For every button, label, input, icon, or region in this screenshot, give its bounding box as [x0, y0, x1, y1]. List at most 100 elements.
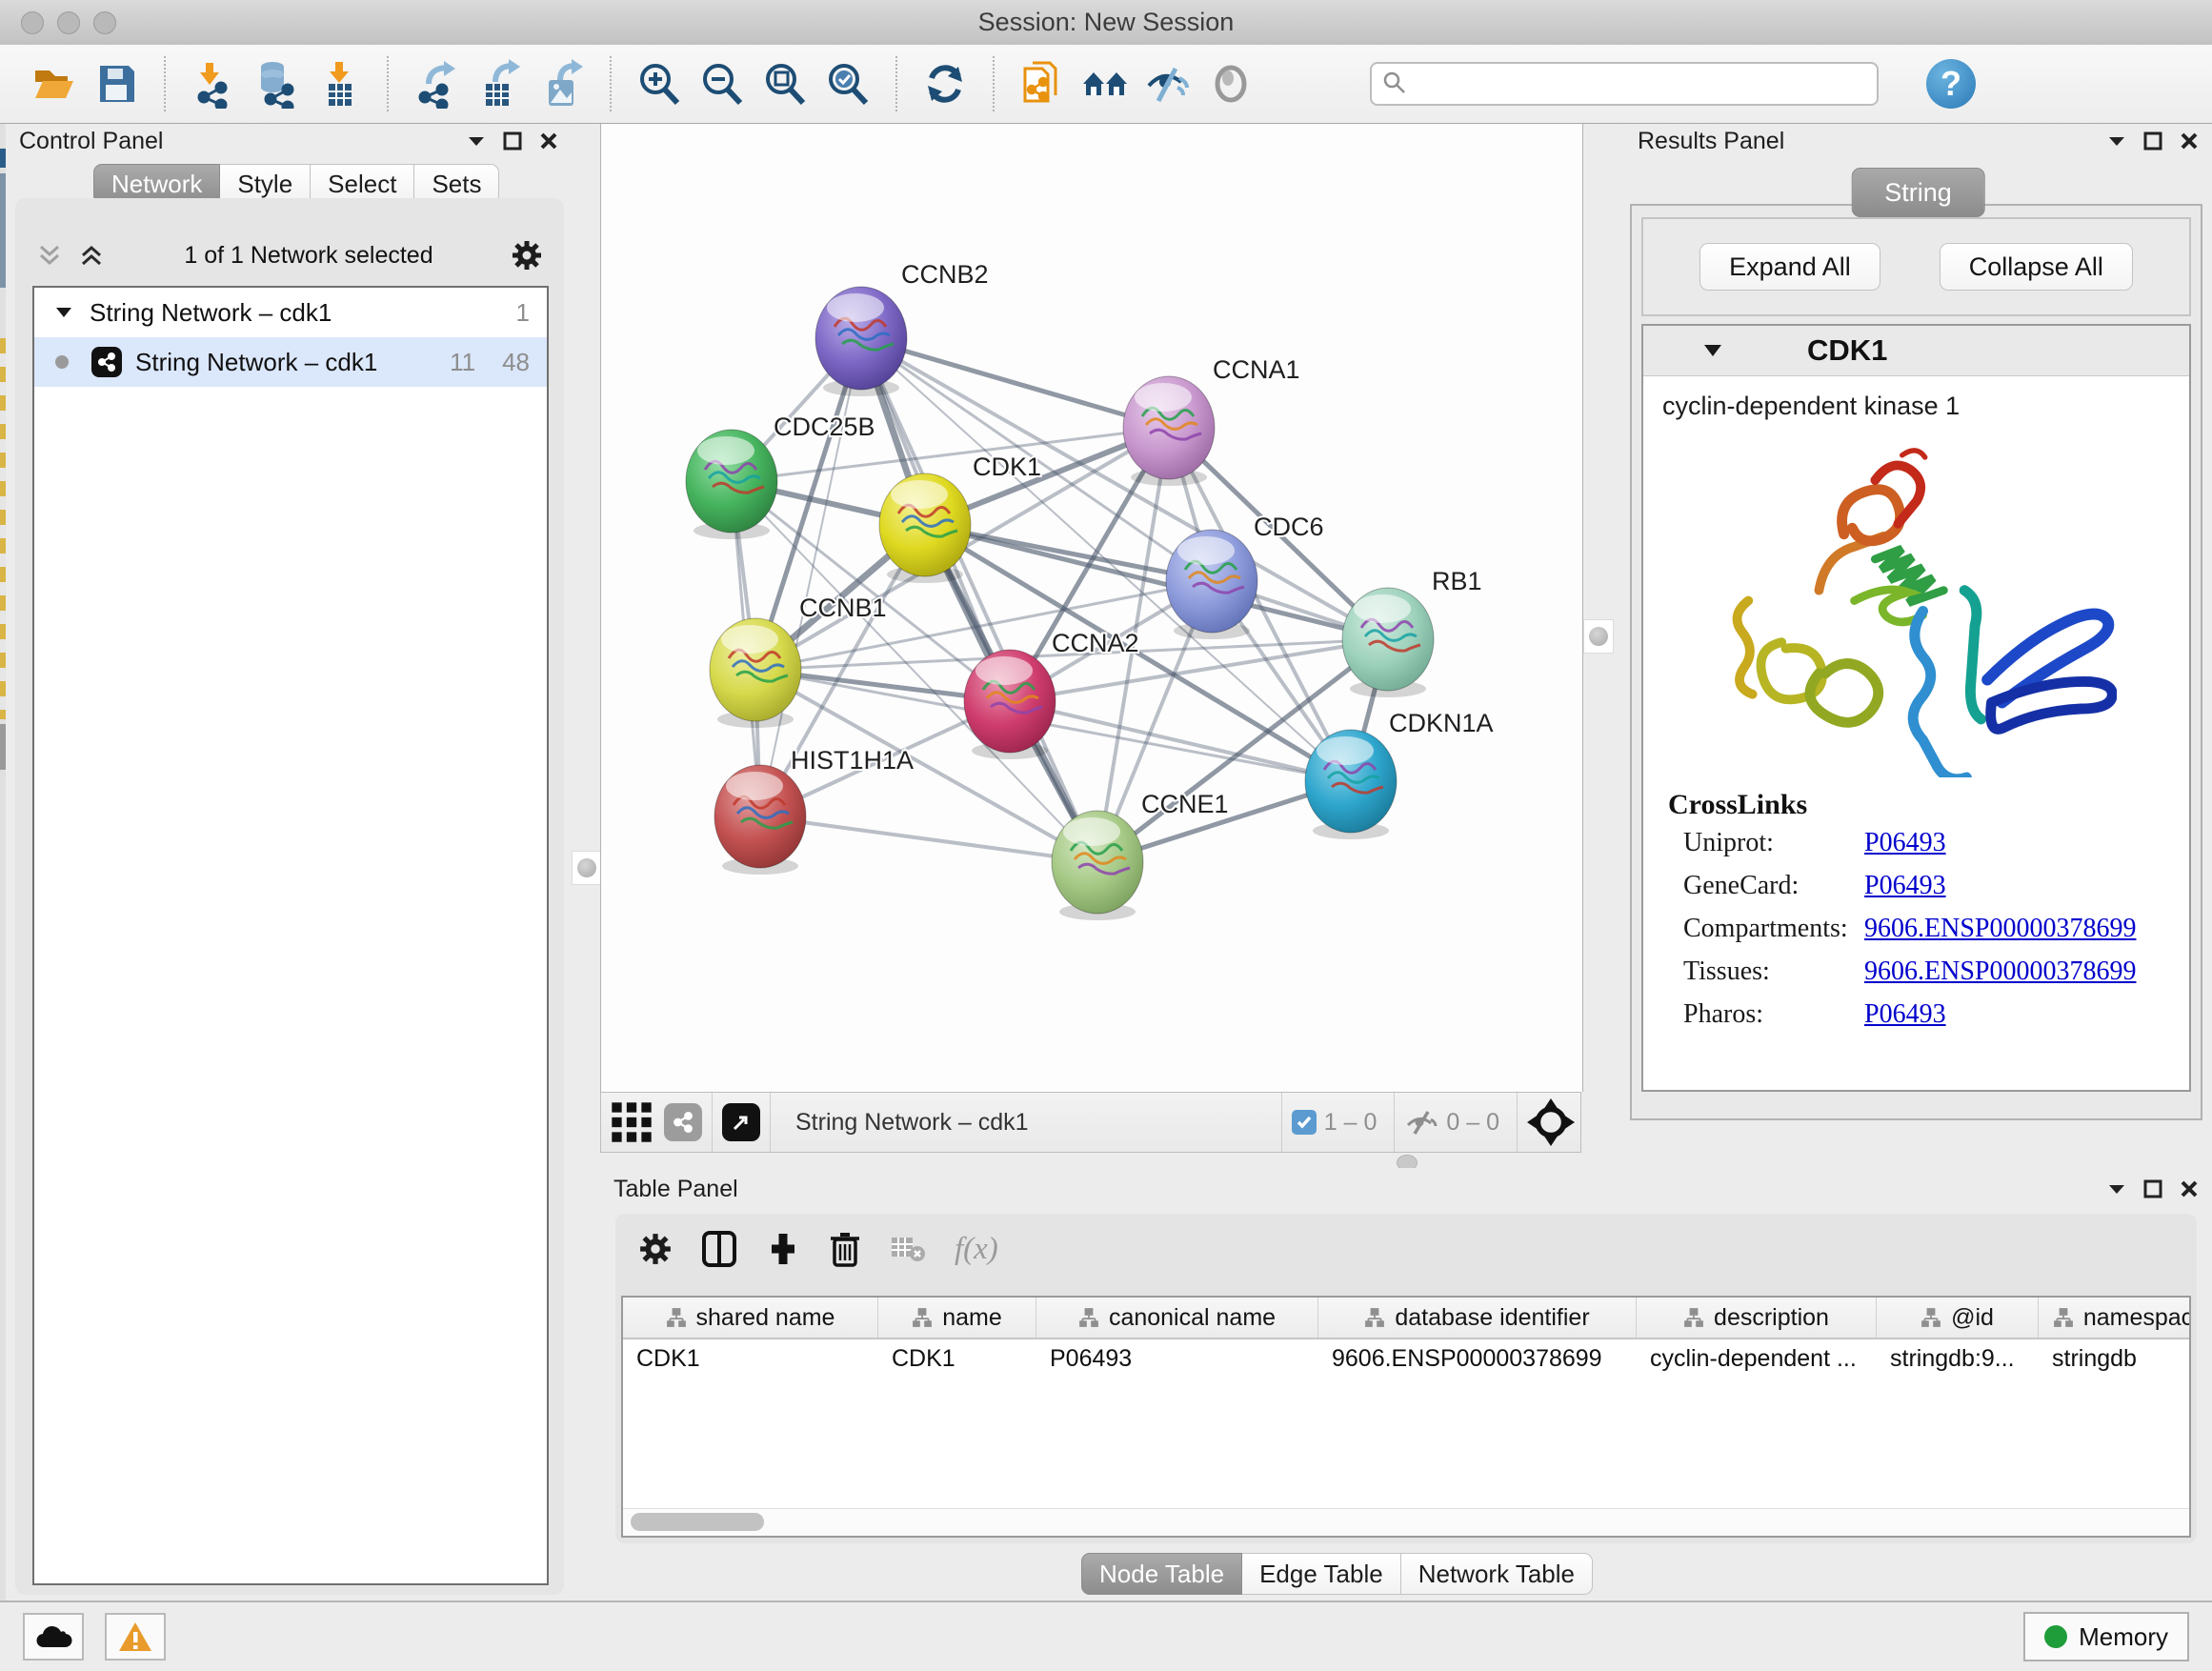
network-node-count: 11 [450, 348, 475, 377]
network-options-gear-icon[interactable] [511, 239, 543, 272]
warning-status-button[interactable] [105, 1613, 166, 1661]
network-edge[interactable] [760, 338, 861, 816]
crosslink-value-link[interactable]: 9606.ENSP00000378699 [1864, 907, 2136, 950]
network-row[interactable]: String Network – cdk1 11 48 [34, 337, 547, 387]
entry-expand-triangle-icon[interactable] [1702, 343, 1723, 358]
column-header-@id[interactable]: @id [1877, 1298, 2039, 1338]
network-edge[interactable] [861, 338, 1097, 862]
memory-button[interactable]: Memory [2023, 1612, 2189, 1661]
expand-all-button[interactable]: Expand All [1699, 243, 1880, 291]
export-table-icon[interactable] [473, 57, 526, 111]
network-node-ccnb1[interactable]: CCNB1 [710, 594, 887, 728]
column-header-shared-name[interactable]: shared name [623, 1298, 878, 1338]
expand-all-networks-icon[interactable] [36, 243, 65, 268]
collapse-all-button[interactable]: Collapse All [1940, 243, 2133, 291]
zoom-in-icon[interactable] [633, 57, 686, 111]
zoom-out-icon[interactable] [695, 57, 749, 111]
panel-float-icon[interactable] [2143, 1179, 2162, 1198]
network-edge[interactable] [760, 816, 1097, 862]
panel-close-icon[interactable] [539, 131, 558, 151]
network-node-ccne1[interactable]: CCNE1 [1052, 790, 1229, 920]
network-node-rb1[interactable]: RB1 [1342, 567, 1482, 697]
column-header-namespac[interactable]: namespac [2039, 1298, 2191, 1338]
column-header-database-identifier[interactable]: database identifier [1318, 1298, 1637, 1338]
cloud-status-button[interactable] [23, 1613, 84, 1661]
horizontal-splitter[interactable] [600, 1153, 1581, 1168]
table-horizontal-scrollbar[interactable] [623, 1508, 2189, 1536]
crosslink-value-link[interactable]: P06493 [1864, 821, 1946, 864]
save-session-icon[interactable] [90, 57, 143, 111]
scrollbar-thumb[interactable] [631, 1513, 764, 1531]
node-result-entry: CDK1 cyclin-dependent kinase 1 [1641, 324, 2191, 1092]
table-row[interactable]: CDK1CDK1P064939606.ENSP00000378699cyclin… [623, 1339, 2189, 1378]
network-node-cdc6[interactable]: CDC6 [1166, 513, 1324, 639]
panel-collapse-icon[interactable] [2107, 1182, 2126, 1196]
search-input[interactable] [1370, 62, 1879, 106]
tab-network-table[interactable]: Network Table [1401, 1553, 1593, 1595]
collapse-all-networks-icon[interactable] [78, 243, 107, 268]
zoom-fit-icon[interactable] [758, 57, 812, 111]
network-graph[interactable]: CCNB2CCNA1CDC25BCDK1CDC6RB1CCNB1CCNA2CDK… [601, 124, 1582, 1092]
export-network-icon[interactable] [410, 57, 463, 111]
import-network-icon[interactable] [187, 57, 240, 111]
homes-icon[interactable] [1078, 57, 1132, 111]
panel-close-icon[interactable] [2180, 1179, 2199, 1198]
left-splitter[interactable] [572, 124, 600, 1601]
table-cell[interactable]: 9606.ENSP00000378699 [1318, 1339, 1637, 1378]
right-splitter-handle[interactable] [1583, 619, 1614, 654]
panel-close-icon[interactable] [2180, 131, 2199, 151]
node-table-container: f(x) shared namenamecanonical namedataba… [615, 1214, 2197, 1543]
column-header-description[interactable]: description [1637, 1298, 1877, 1338]
network-canvas[interactable]: CCNB2CCNA1CDC25BCDK1CDC6RB1CCNB1CCNA2CDK… [600, 124, 1583, 1092]
crosslink-value-link[interactable]: P06493 [1864, 864, 1946, 907]
table-cell[interactable]: stringdb [2039, 1339, 2191, 1378]
results-panel-title: Results Panel [1638, 128, 1784, 155]
detach-view-icon[interactable] [722, 1103, 760, 1141]
table-options-gear-icon[interactable] [638, 1232, 673, 1266]
import-table-icon[interactable] [312, 57, 366, 111]
delete-column-trash-icon[interactable] [829, 1230, 861, 1268]
collection-expand-triangle-icon[interactable] [55, 306, 72, 319]
import-network-database-icon[interactable] [250, 57, 303, 111]
column-header-canonical-name[interactable]: canonical name [1036, 1298, 1318, 1338]
tab-node-table[interactable]: Node Table [1081, 1553, 1242, 1595]
show-columns-icon[interactable] [701, 1230, 737, 1268]
crosslink-value-link[interactable]: P06493 [1864, 993, 1946, 1036]
share-document-icon[interactable] [1016, 57, 1069, 111]
node-result-header[interactable]: CDK1 [1643, 326, 2189, 376]
panel-float-icon[interactable] [2143, 131, 2162, 151]
table-cell[interactable]: P06493 [1036, 1339, 1318, 1378]
table-cell[interactable]: stringdb:9... [1877, 1339, 2039, 1378]
selected-count-checkbox[interactable] [1292, 1110, 1317, 1135]
table-cell[interactable]: CDK1 [623, 1339, 878, 1378]
open-session-icon[interactable] [27, 57, 80, 111]
tab-string[interactable]: String [1851, 168, 1985, 217]
export-image-icon[interactable] [535, 57, 589, 111]
left-splitter-handle[interactable] [572, 851, 602, 885]
right-splitter[interactable] [1581, 124, 1624, 1168]
refresh-icon[interactable] [918, 57, 972, 111]
grid-view-icon[interactable] [611, 1101, 653, 1143]
hide-selected-eye-icon[interactable] [1141, 57, 1195, 111]
tab-edge-table[interactable]: Edge Table [1242, 1553, 1401, 1595]
table-cell[interactable]: cyclin-dependent ... [1637, 1339, 1877, 1378]
panel-collapse-icon[interactable] [2107, 134, 2126, 148]
panel-float-icon[interactable] [503, 131, 522, 151]
add-column-icon[interactable] [766, 1232, 800, 1266]
table-panel-title: Table Panel [613, 1176, 738, 1203]
table-cell[interactable]: CDK1 [878, 1339, 1036, 1378]
network-collection-row[interactable]: String Network – cdk1 1 [34, 288, 547, 337]
help-button[interactable]: ? [1926, 59, 1976, 109]
network-node-cdkn1a[interactable]: CDKN1A [1305, 709, 1494, 839]
crosslink-value-link[interactable]: 9606.ENSP00000378699 [1864, 950, 2136, 993]
birds-eye-view-icon[interactable] [1527, 1098, 1575, 1146]
node-label: CCNE1 [1141, 790, 1229, 818]
share-view-icon[interactable] [664, 1103, 702, 1141]
panel-collapse-icon[interactable] [467, 134, 486, 148]
network-node-hist1h1a[interactable]: HIST1H1A [714, 746, 914, 875]
network-edge[interactable] [861, 338, 1169, 428]
column-header-name[interactable]: name [878, 1298, 1036, 1338]
network-edge[interactable] [1010, 701, 1351, 781]
zoom-selected-icon[interactable] [821, 57, 875, 111]
table-tabs: Node TableEdge TableNetwork Table [1081, 1553, 1593, 1595]
